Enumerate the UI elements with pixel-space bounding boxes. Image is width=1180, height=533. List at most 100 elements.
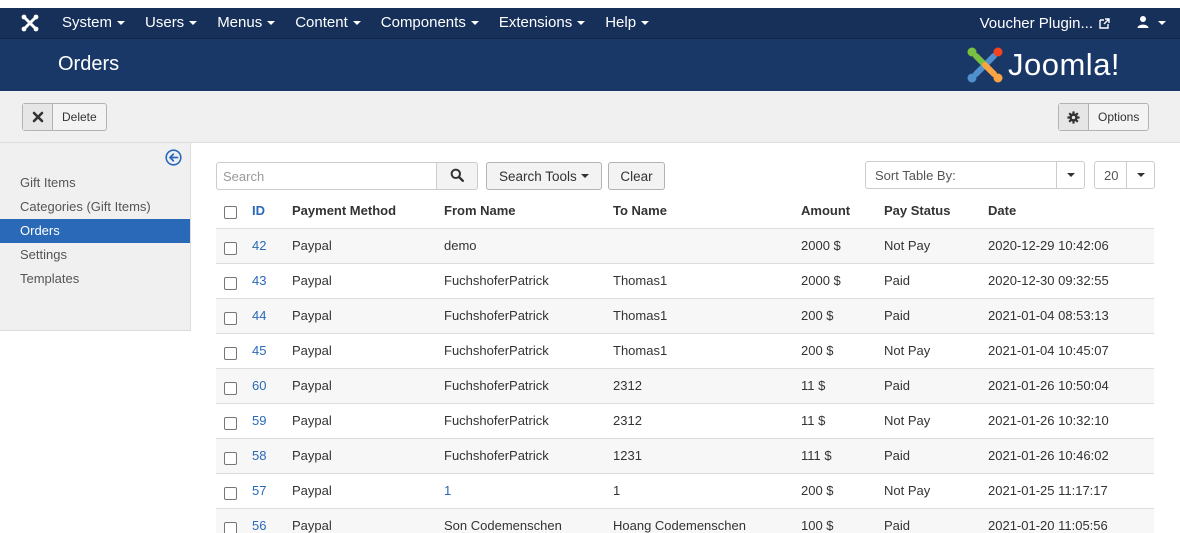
clear-label: Clear <box>620 168 653 184</box>
menu-menus[interactable]: Menus <box>207 8 285 38</box>
cell-to-name: 1 <box>613 472 801 508</box>
sort-table-select[interactable]: Sort Table By: <box>865 161 1085 189</box>
sidebar-item-orders[interactable]: Orders <box>0 219 190 243</box>
cell-id: 44 <box>252 297 292 333</box>
order-id-link[interactable]: 43 <box>252 273 266 288</box>
table-row[interactable]: 44 Paypal FuchshoferPatrick Thomas1 200 … <box>216 297 1154 333</box>
chevron-down-icon <box>267 21 276 26</box>
cell-date: 2021-01-26 10:50:04 <box>988 367 1154 403</box>
table-row[interactable]: 59 Paypal FuchshoferPatrick 2312 11 $ No… <box>216 402 1154 438</box>
row-select-cell <box>216 332 252 368</box>
user-icon <box>1136 15 1150 32</box>
menu-users-label: Users <box>145 14 185 31</box>
menu-users[interactable]: Users <box>135 8 207 38</box>
from-name-link[interactable]: 1 <box>444 483 451 498</box>
table-row[interactable]: 42 Paypal demo 2000 $ Not Pay 2020-12-29… <box>216 227 1154 263</box>
clear-button[interactable]: Clear <box>608 162 665 190</box>
joomla-brand-logo: Joomla! <box>966 45 1120 85</box>
list-limit-select[interactable]: 20 <box>1094 161 1155 189</box>
page-header: Orders Joomla! <box>0 38 1180 91</box>
order-id-link[interactable]: 45 <box>252 343 266 358</box>
row-checkbox[interactable] <box>224 521 237 533</box>
menu-help[interactable]: Help <box>595 8 659 38</box>
cell-amount: 11 $ <box>801 402 884 438</box>
sidebar-collapse-icon[interactable] <box>165 149 182 169</box>
row-checkbox[interactable] <box>224 451 237 465</box>
joomla-logo-icon[interactable] <box>20 13 40 33</box>
row-select-cell <box>216 507 252 533</box>
cell-payment-method: Paypal <box>292 472 444 508</box>
cell-pay-status: Paid <box>884 437 988 473</box>
options-button[interactable]: Options <box>1058 103 1150 131</box>
cell-date: 2020-12-30 09:32:55 <box>988 262 1154 298</box>
table-header-row: ID Payment Method From Name To Name Amou… <box>216 193 1154 228</box>
order-id-link[interactable]: 42 <box>252 238 266 253</box>
sidebar-item-categories[interactable]: Categories (Gift Items) <box>0 195 190 219</box>
sidebar-item-templates[interactable]: Templates <box>0 267 190 291</box>
cell-pay-status: Paid <box>884 262 988 298</box>
row-checkbox[interactable] <box>224 311 237 325</box>
main-menu: System Users Menus Content Components Ex… <box>52 8 659 38</box>
joomla-logo-icon <box>967 47 1003 83</box>
gear-icon <box>1059 104 1089 130</box>
row-checkbox[interactable] <box>224 486 237 500</box>
page-title: Orders <box>58 53 120 75</box>
cell-payment-method: Paypal <box>292 367 444 403</box>
order-id-link[interactable]: 56 <box>252 518 266 533</box>
cell-date: 2021-01-25 11:17:17 <box>988 472 1154 508</box>
cell-pay-status: Not Pay <box>884 472 988 508</box>
delete-button[interactable]: Delete <box>22 103 107 131</box>
cell-to-name: Hoang Codemenschen <box>613 507 801 533</box>
table-row[interactable]: 56 Paypal Son Codemenschen Hoang Codemen… <box>216 507 1154 533</box>
row-select-cell <box>216 262 252 298</box>
order-id-link[interactable]: 58 <box>252 448 266 463</box>
search-tools-button[interactable]: Search Tools <box>486 162 602 190</box>
row-select-cell <box>216 297 252 333</box>
cell-pay-status: Paid <box>884 367 988 403</box>
cell-payment-method: Paypal <box>292 402 444 438</box>
cell-pay-status: Not Pay <box>884 402 988 438</box>
menu-extensions[interactable]: Extensions <box>489 8 595 38</box>
search-button[interactable] <box>436 162 478 190</box>
menu-content-label: Content <box>295 14 348 31</box>
chevron-down-icon <box>580 174 589 178</box>
sidebar-item-settings[interactable]: Settings <box>0 243 190 267</box>
site-link[interactable]: Voucher Plugin... <box>980 15 1110 32</box>
menu-components-label: Components <box>380 14 466 31</box>
cell-pay-status: Not Pay <box>884 227 988 263</box>
cell-date: 2021-01-04 08:53:13 <box>988 297 1154 333</box>
order-id-link[interactable]: 57 <box>252 483 266 498</box>
cell-to-name: Thomas1 <box>613 332 801 368</box>
menu-components[interactable]: Components <box>371 8 489 38</box>
select-all-checkbox[interactable] <box>224 206 237 220</box>
order-id-link[interactable]: 44 <box>252 308 266 323</box>
row-checkbox[interactable] <box>224 416 237 430</box>
chevron-down-icon <box>352 21 361 26</box>
cell-payment-method: Paypal <box>292 297 444 333</box>
table-row[interactable]: 45 Paypal FuchshoferPatrick Thomas1 200 … <box>216 332 1154 368</box>
cell-id: 45 <box>252 332 292 368</box>
column-header-id[interactable]: ID <box>252 193 292 228</box>
table-row[interactable]: 58 Paypal FuchshoferPatrick 1231 111 $ P… <box>216 437 1154 473</box>
cell-date: 2021-01-26 10:32:10 <box>988 402 1154 438</box>
order-id-link[interactable]: 59 <box>252 413 266 428</box>
sidebar-item-gift-items[interactable]: Gift Items <box>0 171 190 195</box>
menu-system[interactable]: System <box>52 8 135 38</box>
row-checkbox[interactable] <box>224 276 237 290</box>
row-select-cell <box>216 402 252 438</box>
table-row[interactable]: 57 Paypal 1 1 200 $ Not Pay 2021-01-25 1… <box>216 472 1154 508</box>
search-icon <box>450 168 464 185</box>
menu-content[interactable]: Content <box>285 8 371 38</box>
cell-amount: 200 $ <box>801 332 884 368</box>
table-row[interactable]: 60 Paypal FuchshoferPatrick 2312 11 $ Pa… <box>216 367 1154 403</box>
row-checkbox[interactable] <box>224 241 237 255</box>
table-row[interactable]: 43 Paypal FuchshoferPatrick Thomas1 2000… <box>216 262 1154 298</box>
list-limit-value: 20 <box>1104 167 1119 183</box>
sidebar-list: Gift Items Categories (Gift Items) Order… <box>0 171 190 291</box>
search-input[interactable] <box>216 162 436 190</box>
row-checkbox[interactable] <box>224 381 237 395</box>
row-checkbox[interactable] <box>224 346 237 360</box>
user-menu[interactable] <box>1136 15 1166 32</box>
cell-date: 2021-01-26 10:46:02 <box>988 437 1154 473</box>
order-id-link[interactable]: 60 <box>252 378 266 393</box>
